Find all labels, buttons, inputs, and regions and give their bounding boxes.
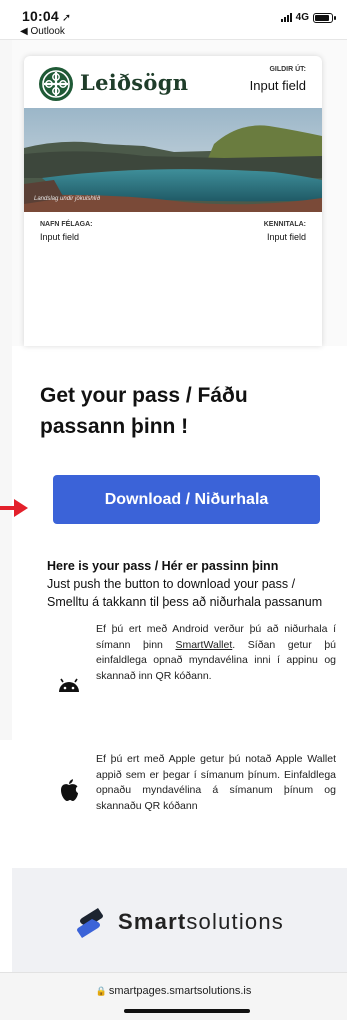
member-name-label: NAFN FÉLAGA: <box>40 221 93 228</box>
footer-brand: Smartsolutions <box>118 909 284 935</box>
network-type: 4G <box>295 12 309 23</box>
kennitala-value: Input field <box>266 232 306 242</box>
apple-icon <box>61 779 78 801</box>
apple-text: Ef þú ert með Apple getur þú notað Apple… <box>96 753 336 812</box>
smartsolutions-logo-icon <box>77 908 103 938</box>
battery-icon <box>313 12 336 23</box>
signal-icon <box>280 13 292 22</box>
url-display[interactable]: 🔒 smartpages.smartsolutions.is <box>0 985 347 997</box>
red-arrow-icon <box>0 499 28 517</box>
photo-caption: Landslag undir jökulshlíð <box>34 196 101 202</box>
url-text: smartpages.smartsolutions.is <box>108 985 252 997</box>
info-body: Just push the button to download your pa… <box>47 577 323 609</box>
card-brand: Leiðsögn <box>80 70 189 95</box>
android-icon <box>59 678 79 692</box>
footer: Smartsolutions <box>12 868 347 972</box>
home-indicator[interactable] <box>124 1009 250 1013</box>
footer-brand-bold: Smart <box>118 909 187 934</box>
status-time: 10:04 ➚ <box>22 8 71 24</box>
info-title: Here is your pass / Hér er passinn þinn <box>47 559 279 573</box>
pass-card: Leiðsögn GILDIR ÚT: Input field Landslag… <box>24 56 322 346</box>
smartwallet-link[interactable]: SmartWallet <box>175 639 232 651</box>
leidsogn-logo-icon <box>39 67 73 101</box>
footer-brand-rest: solutions <box>186 909 284 934</box>
lock-icon: 🔒 <box>95 986 107 996</box>
page-title: Get your pass / Fáðu passann þinn ! <box>40 384 248 438</box>
battery-level <box>315 14 329 21</box>
download-button[interactable]: Download / Niðurhala <box>53 475 320 524</box>
back-to-outlook-link[interactable]: ◀ Outlook <box>20 26 65 37</box>
status-bar: 10:04 ➚ ◀ Outlook 4G <box>0 0 347 40</box>
expiry-label: GILDIR ÚT: <box>269 66 306 73</box>
kennitala-label: KENNITALA: <box>263 221 306 228</box>
page-edge <box>0 40 12 740</box>
status-indicators: 4G <box>280 12 336 23</box>
android-text: Ef þú ert með Android verður þú að niður… <box>96 622 336 684</box>
member-name-value: Input field <box>40 232 80 242</box>
clock: 10:04 <box>22 8 59 24</box>
browser-url-bar[interactable]: 🔒 smartpages.smartsolutions.is <box>0 972 347 1020</box>
info-block: Here is your pass / Hér er passinn þinn … <box>47 557 339 611</box>
expiry-value: Input field <box>249 78 306 93</box>
location-arrow-icon: ➚ <box>61 12 72 24</box>
